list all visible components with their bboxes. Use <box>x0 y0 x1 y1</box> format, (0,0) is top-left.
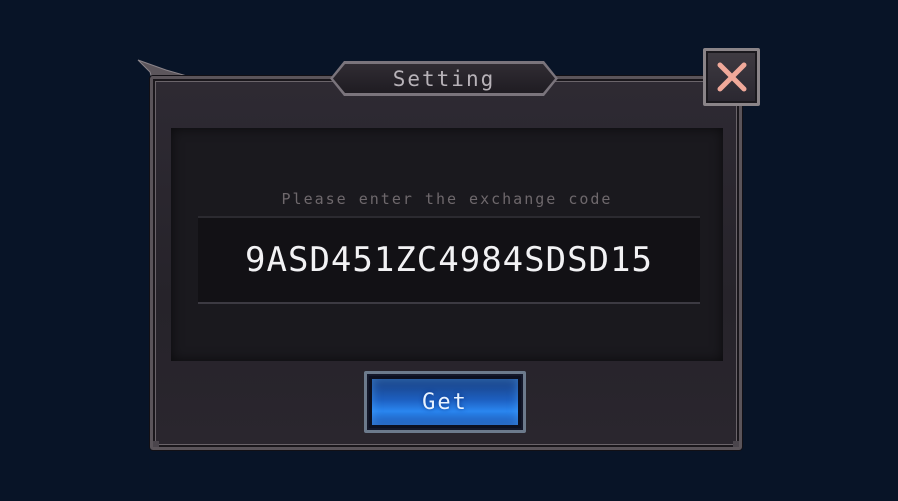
exchange-code-input[interactable]: 9ASD451ZC4984SDSD15 <box>198 216 700 304</box>
exchange-code-value: 9ASD451ZC4984SDSD15 <box>245 240 653 280</box>
title-plate: Setting <box>330 61 558 96</box>
close-button[interactable] <box>703 48 760 106</box>
close-x-icon <box>717 62 746 92</box>
frame-rivet <box>153 441 159 447</box>
get-button-label: Get <box>422 389 468 415</box>
dialog-title: Setting <box>392 66 496 91</box>
frame-rivet <box>733 441 739 447</box>
get-button[interactable]: Get <box>364 371 526 433</box>
exchange-code-prompt: Please enter the exchange code <box>281 190 613 208</box>
